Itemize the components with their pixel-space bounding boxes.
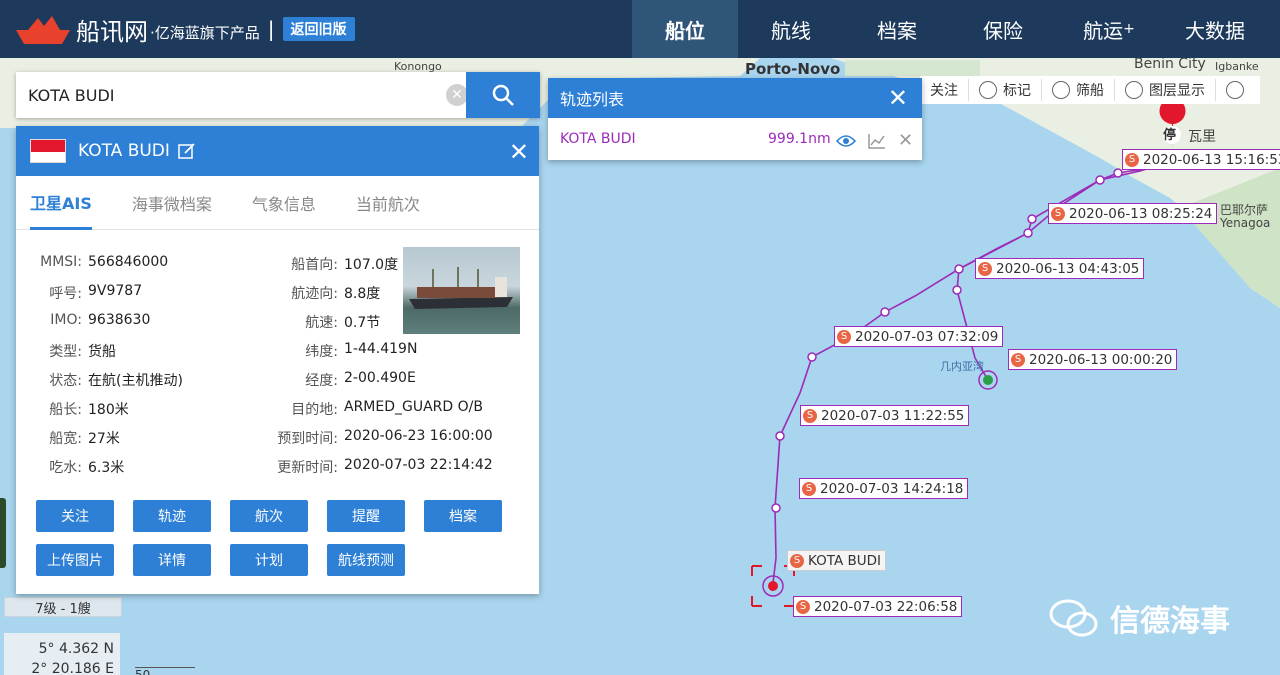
info-imo: IMO: 9638630: [50, 312, 151, 328]
layers-icon: [1125, 81, 1143, 99]
place-igbanke: Igbanke: [1215, 60, 1259, 73]
top-navbar: 船讯网 ·亿海蓝旗下产品 | 返回旧版 船位 航线 档案 保险 航运 + 大数据: [0, 0, 1280, 58]
ship-photo[interactable]: [403, 247, 520, 334]
info-latitude: 纬度: 1-44.419N: [305, 341, 418, 360]
nav-ship-position[interactable]: 船位: [632, 0, 738, 58]
nav-archive[interactable]: 档案: [844, 0, 950, 58]
track-list-header: 轨迹列表 ✕: [548, 78, 922, 118]
wechat-icon: [1049, 599, 1098, 637]
nav-big-data[interactable]: 大数据: [1162, 0, 1268, 58]
details-button[interactable]: 详情: [133, 544, 211, 576]
archive-button[interactable]: 档案: [424, 500, 502, 532]
tab-weather[interactable]: 气象信息: [252, 176, 316, 230]
nav-insurance[interactable]: 保险: [950, 0, 1056, 58]
singapore-flag-icon: [30, 139, 66, 163]
ship-logo-icon: [16, 16, 70, 44]
clear-search-icon[interactable]: ✕: [446, 84, 468, 106]
chart-icon[interactable]: [868, 133, 886, 149]
toolbar-mark[interactable]: 标记: [969, 79, 1042, 101]
place-yenagoa: 巴耶尔萨 Yenagoa: [1220, 203, 1271, 230]
toolbar-more[interactable]: [1216, 79, 1260, 101]
toolbar-follow[interactable]: 关注: [920, 79, 969, 101]
track-point-label[interactable]: S 2020-06-13 08:25:24: [1048, 203, 1218, 224]
reminder-button[interactable]: 提醒: [327, 500, 405, 532]
info-eta: 预到时间: 2020-06-23 16:00:00: [277, 428, 493, 447]
watermark: 信德海事: [1048, 596, 1230, 640]
upload-photo-button[interactable]: 上传图片: [36, 544, 114, 576]
more-icon: [1226, 81, 1244, 99]
track-point-label[interactable]: S 2020-07-03 11:22:55: [800, 405, 970, 426]
brand[interactable]: 船讯网 ·亿海蓝旗下产品 | 返回旧版: [0, 0, 355, 58]
track-distance: 999.1nm: [768, 131, 831, 147]
ship-name: KOTA BUDI: [78, 141, 170, 161]
main-nav: 船位 航线 档案 保险 航运 + 大数据: [632, 0, 1268, 58]
tag-icon: [979, 81, 997, 99]
old-version-button[interactable]: 返回旧版: [282, 17, 355, 41]
ship-info-tabs: 卫星AIS 海事微档案 气象信息 当前航次: [16, 176, 539, 230]
stop-marker-icon[interactable]: 停: [1163, 124, 1176, 143]
brand-divider: |: [267, 17, 275, 41]
track-list-title: 轨迹列表: [560, 90, 625, 109]
info-draught: 吃水: 6.3米: [49, 460, 125, 476]
tab-satellite-ais[interactable]: 卫星AIS: [30, 176, 92, 230]
info-longitude: 经度: 2-00.490E: [305, 370, 416, 389]
route-prediction-button[interactable]: 航线预测: [327, 544, 405, 576]
info-callsign: 呼号: 9V9787: [49, 283, 143, 302]
ship-info-header: KOTA BUDI ✕: [16, 126, 539, 176]
ship-photo-image: [409, 267, 513, 309]
track-button[interactable]: 轨迹: [133, 500, 211, 532]
info-heading: 船首向: 107.0度: [291, 257, 399, 273]
track-point-label[interactable]: S 2020-06-13 04:43:05: [975, 258, 1145, 279]
info-beam: 船宽: 27米: [49, 431, 120, 447]
info-updated: 更新时间: 2020-07-03 22:14:42: [277, 457, 493, 476]
track-list-panel: 轨迹列表 ✕ KOTA BUDI 999.1nm ✕: [548, 78, 922, 160]
info-status: 状态: 在航(主机推动): [49, 373, 183, 389]
nav-shipping[interactable]: 航运 +: [1056, 0, 1162, 58]
info-speed: 航速: 0.7节: [305, 315, 381, 331]
track-point-label[interactable]: S 2020-06-13 00:00:20: [1008, 349, 1178, 370]
info-type: 类型: 货船: [49, 344, 116, 360]
place-benin-city: Benin City: [1134, 58, 1206, 72]
search-input[interactable]: [28, 72, 428, 118]
info-course: 航迹向: 8.8度: [291, 286, 381, 302]
info-mmsi: MMSI: 566846000: [40, 254, 169, 270]
plan-button[interactable]: 计划: [230, 544, 308, 576]
track-ship-name: KOTA BUDI: [560, 131, 636, 147]
toolbar-filter[interactable]: 筛船: [1042, 79, 1115, 101]
place-porto-novo: Porto-Novo: [745, 60, 841, 78]
ship-name-label[interactable]: S KOTA BUDI: [787, 550, 886, 571]
place-gulf-of-guinea: 几内亚湾: [940, 360, 984, 373]
filter-icon: [1052, 81, 1070, 99]
brand-name: 船讯网: [76, 17, 148, 46]
ship-search: ✕: [16, 72, 540, 118]
track-point-label[interactable]: S 2020-07-03 14:24:18: [799, 478, 969, 499]
close-ship-panel-icon[interactable]: ✕: [509, 138, 529, 166]
track-actions: ✕: [836, 130, 913, 151]
track-point-label[interactable]: S 2020-07-03 22:06:58: [793, 596, 963, 617]
search-icon: [492, 84, 514, 106]
track-point-label[interactable]: S 2020-07-03 07:32:09: [834, 326, 1004, 347]
eye-icon[interactable]: [836, 133, 856, 149]
tab-current-voyage[interactable]: 当前航次: [356, 176, 420, 230]
track-point-label[interactable]: S 2020-06-13 15:16:53: [1122, 149, 1280, 170]
map-toolbar: 关注 标记 筛船 图层显示: [920, 76, 1260, 104]
search-button[interactable]: [466, 72, 540, 118]
ship-info-panel: KOTA BUDI ✕ 卫星AIS 海事微档案 气象信息 当前航次 MMSI: 5…: [16, 126, 539, 594]
nav-routes[interactable]: 航线: [738, 0, 844, 58]
toolbar-layers[interactable]: 图层显示: [1115, 79, 1216, 101]
brand-subtitle: ·亿海蓝旗下产品: [150, 23, 260, 42]
close-track-list-icon[interactable]: ✕: [888, 84, 908, 112]
place-warri: 瓦里: [1188, 129, 1216, 145]
tab-maritime-archive[interactable]: 海事微档案: [132, 176, 212, 230]
info-destination: 目的地: ARMED_GUARD O/B: [291, 399, 483, 418]
edit-icon[interactable]: [178, 142, 196, 160]
follow-button[interactable]: 关注: [36, 500, 114, 532]
remove-track-icon[interactable]: ✕: [898, 130, 913, 151]
info-length: 船长: 180米: [49, 402, 129, 418]
voyage-button[interactable]: 航次: [230, 500, 308, 532]
